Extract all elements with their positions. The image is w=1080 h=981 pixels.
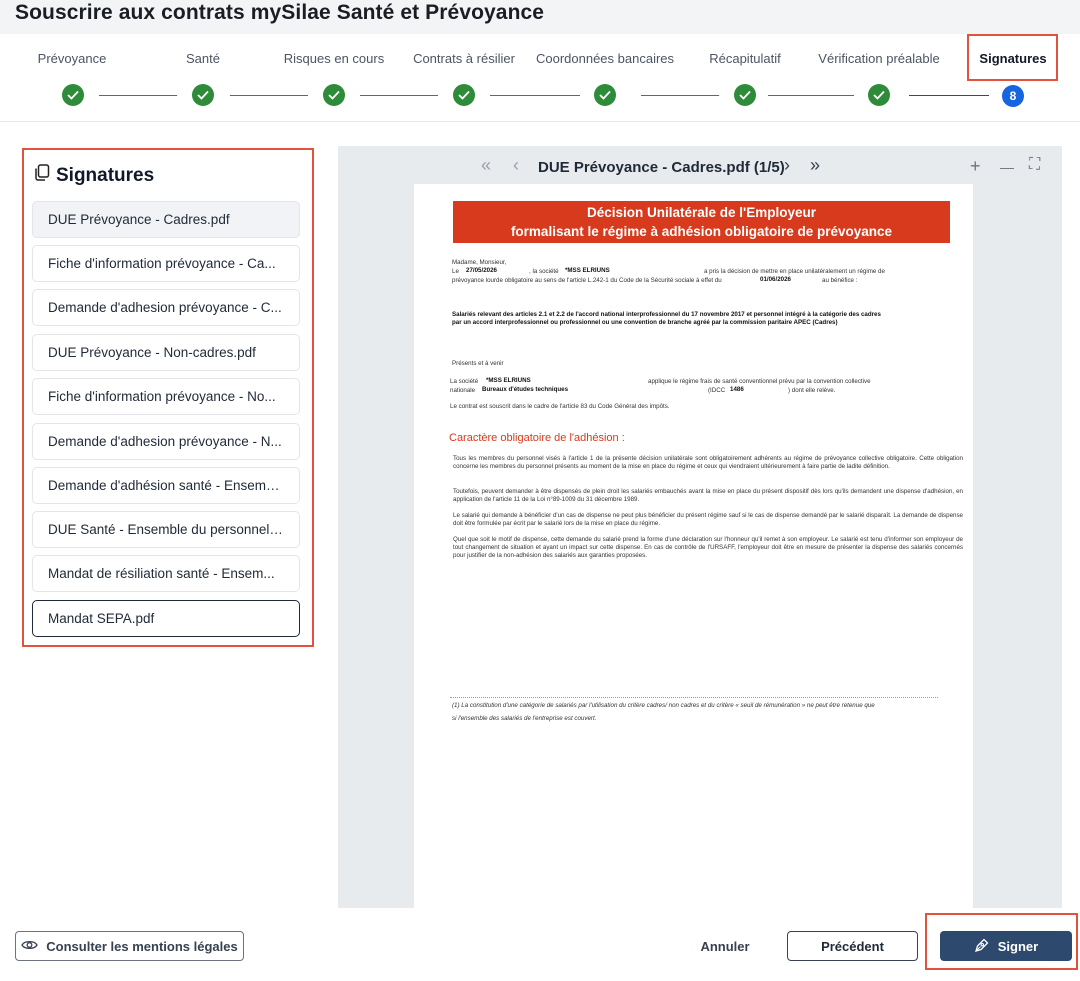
footnote-2: si l'ensemble des salariés de l'entrepri… [452,715,597,722]
footnote-separator [450,697,938,698]
applique-text: applique le régime frais de santé conven… [648,378,871,385]
step-connector [768,95,854,96]
document-item[interactable]: DUE Prévoyance - Cadres.pdf [32,201,300,238]
check-icon [62,84,84,106]
step-connector [909,95,989,96]
presents-text: Présents et à venir [452,360,504,367]
signatures-panel: Signatures DUE Prévoyance - Cadres.pdf F… [22,148,314,647]
document-item[interactable]: Fiche d'information prévoyance - No... [32,378,300,415]
step-number-badge: 8 [1002,85,1024,107]
zoom-in-icon[interactable]: + [970,156,981,177]
step-label-coordonnees[interactable]: Coordonnées bancaires [536,51,674,66]
text-au-benefice: au bénéfice : [822,277,858,284]
pen-icon [974,937,990,956]
stepper: Prévoyance Santé Risques en cours Contra… [0,34,1080,122]
document-item[interactable]: Demande d'adhesion prévoyance - C... [32,289,300,326]
salutation: Madame, Monsieur, [452,259,507,266]
sign-button-label: Signer [997,938,1039,954]
viewer-toolbar: « ‹ DUE Prévoyance - Cadres.pdf (1/5) › … [338,146,1062,186]
banner-line-2: formalisant le régime à adhésion obligat… [510,224,893,239]
sign-button[interactable]: Signer [940,931,1072,961]
cancel-button[interactable]: Annuler [690,931,760,961]
document-item[interactable]: DUE Prévoyance - Non-cadres.pdf [32,334,300,371]
zoom-out-icon[interactable]: — [1000,159,1014,175]
step-connector [641,95,719,96]
caractere-heading: Caractère obligatoire de l'adhésion : [449,432,625,444]
check-icon [192,84,214,106]
text-le: Le [452,268,459,275]
idcc-label: (IDCC [708,387,726,394]
step-label-risques[interactable]: Risques en cours [284,51,384,66]
step-label-sante[interactable]: Santé [186,51,220,66]
fullscreen-icon[interactable]: ⛶ [1029,156,1040,174]
eye-icon [21,939,39,954]
salaries-line-1: Salariés relevant des articles 2.1 et 2.… [452,311,881,318]
text-la-societe: , la société [529,268,559,275]
paragraph-2: Toutefois, peuvent demander à être dispe… [453,488,963,503]
document-title: DUE Prévoyance - Cadres.pdf (1/5) [538,159,785,176]
societe-label: La société [450,378,479,385]
check-icon [594,84,616,106]
contrat-text: Le contrat est souscrit dans le cadre de… [450,403,670,410]
check-icon [323,84,345,106]
signatures-title: Signatures [34,164,154,187]
document-banner: Décision Unilatérale de l'Employeur form… [453,201,950,243]
releve-text: ) dont elle relève. [788,387,836,394]
decision-text: a pris la décision de mettre en place un… [704,268,885,275]
paragraph-4: Quel que soit le motif de dispense, cett… [453,536,963,559]
step-connector [230,95,308,96]
step-connector [490,95,580,96]
next-page-icon[interactable]: › [784,155,790,176]
document-item[interactable]: Demande d'adhesion prévoyance - N... [32,423,300,460]
active-step-highlight [967,34,1058,81]
date-effect: 01/06/2026 [760,276,791,283]
legal-mentions-label: Consulter les mentions légales [46,938,238,954]
check-icon [453,84,475,106]
paragraph-1: Tous les membres du personnel visés à l'… [453,455,963,470]
convention-name: Bureaux d'études techniques [482,386,569,393]
title-bar: Souscrire aux contrats mySilae Santé et … [0,0,1080,34]
step-label-prevoyance[interactable]: Prévoyance [38,51,107,66]
first-page-icon[interactable]: « [481,155,491,176]
footnote-1: (1) La constitution d'une catégorie de s… [452,702,875,709]
step-label-verification[interactable]: Vérification préalable [818,51,939,66]
company-name-2: *MSS ELRIUNS [486,377,531,384]
banner-line-1: Décision Unilatérale de l'Employeur [586,205,817,220]
signatures-title-label: Signatures [56,164,155,186]
document-item[interactable]: Demande d'adhésion santé - Ensemb... [32,467,300,504]
document-item[interactable]: Mandat SEPA.pdf [32,600,300,637]
previous-page-icon[interactable]: ‹ [513,155,519,176]
step-connector [360,95,438,96]
pdf-page: Décision Unilatérale de l'Employeur form… [414,184,973,908]
last-page-icon[interactable]: » [810,155,820,176]
pdf-viewer: « ‹ DUE Prévoyance - Cadres.pdf (1/5) › … [338,146,1062,908]
previous-button[interactable]: Précédent [787,931,918,961]
idcc-number: 1486 [730,386,744,393]
step-label-contrats[interactable]: Contrats à résilier [413,51,515,66]
page-title: Souscrire aux contrats mySilae Santé et … [15,1,545,24]
step-label-recapitulatif[interactable]: Récapitulatif [709,51,781,66]
decision-text-2: prévoyance lourde obligatoire au sens de… [452,277,722,284]
company-name: *MSS ELRIUNS [565,267,610,274]
salaries-line-2: par un accord interprofessionnel ou prof… [452,319,838,326]
document-item[interactable]: Mandat de résiliation santé - Ensem... [32,555,300,592]
nationale-text: nationale [450,387,476,394]
legal-mentions-button[interactable]: Consulter les mentions légales [15,931,244,961]
date-decision: 27/05/2026 [466,267,497,274]
check-icon [868,84,890,106]
document-item[interactable]: DUE Santé - Ensemble du personnel.... [32,511,300,548]
paragraph-3: Le salarié qui demande à bénéficier d'un… [453,512,963,527]
check-icon [734,84,756,106]
copy-icon [34,164,50,187]
document-item[interactable]: Fiche d'information prévoyance - Ca... [32,245,300,282]
step-connector [99,95,177,96]
